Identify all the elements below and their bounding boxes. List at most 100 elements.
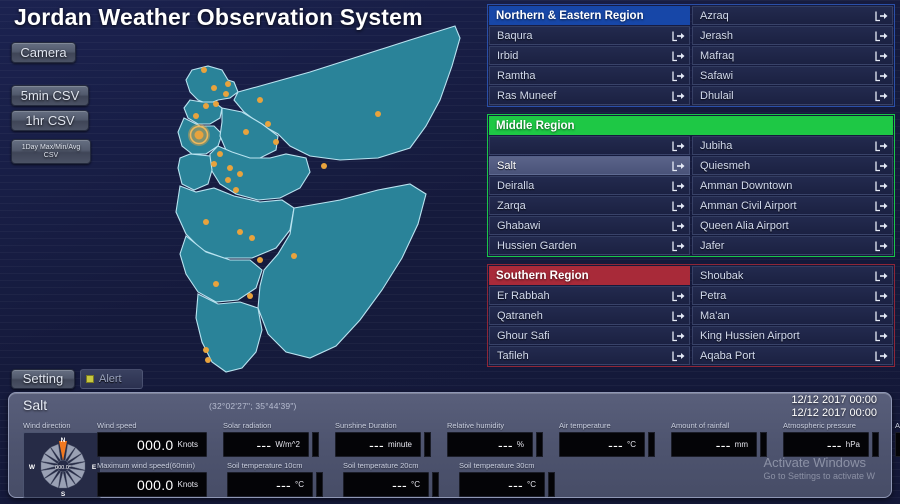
go-arrow-icon[interactable] <box>874 239 889 252</box>
go-arrow-icon[interactable] <box>671 219 686 232</box>
go-arrow-icon[interactable] <box>671 139 686 152</box>
station-item-amman-downtown[interactable]: Amman Downtown <box>692 176 893 195</box>
station-label: Safawi <box>700 70 733 82</box>
go-arrow-icon[interactable] <box>671 329 686 342</box>
station-label: Ghabawi <box>497 220 540 232</box>
region-station-lists: Northern & Eastern Region Azraq Baqura J… <box>487 4 895 374</box>
trend-indicator <box>760 432 767 457</box>
go-arrow-icon[interactable] <box>874 69 889 82</box>
station-item-amman-civil-airport[interactable]: Amman Civil Airport <box>692 196 893 215</box>
station-label: Tafileh <box>497 350 529 362</box>
station-item-azraq[interactable]: Azraq <box>692 6 893 25</box>
station-label: Ghour Safi <box>497 330 550 342</box>
station-item-maan[interactable]: Ma'an <box>692 306 893 325</box>
measurement-row-1: Wind speed 000.0Knots Solar radiation --… <box>97 421 883 457</box>
station-item-jafer[interactable]: Jafer <box>692 236 893 255</box>
station-item-er-rabbah[interactable]: Er Rabbah <box>489 286 690 305</box>
go-arrow-icon[interactable] <box>874 219 889 232</box>
wind-direction-value: 000.0° <box>55 465 71 471</box>
go-arrow-icon[interactable] <box>874 349 889 362</box>
station-item-ghour-safi[interactable]: Ghour Safi <box>489 326 690 345</box>
field-wind-speed: Wind speed 000.0Knots <box>97 421 207 457</box>
csv-1day-button[interactable]: 1Day Max/Min/Avg CSV <box>11 139 91 164</box>
station-item-hussien-garden[interactable]: Hussien Garden <box>489 236 690 255</box>
station-label: Azraq <box>700 10 729 22</box>
go-arrow-icon[interactable] <box>874 29 889 42</box>
station-item-ghabawi[interactable]: Ghabawi <box>489 216 690 235</box>
station-item-mafraq[interactable]: Mafraq <box>692 46 893 65</box>
go-arrow-icon[interactable] <box>671 29 686 42</box>
station-label: Qatraneh <box>497 310 543 322</box>
go-arrow-icon[interactable] <box>671 159 686 172</box>
csv-1hr-button[interactable]: 1hr CSV <box>11 110 89 131</box>
go-arrow-icon[interactable] <box>874 89 889 102</box>
go-arrow-icon[interactable] <box>874 329 889 342</box>
region-north-grid: Northern & Eastern Region Azraq Baqura J… <box>489 6 893 105</box>
go-arrow-icon[interactable] <box>874 199 889 212</box>
go-arrow-icon[interactable] <box>874 179 889 192</box>
station-item-ras-muneef[interactable]: Ras Muneef <box>489 86 690 105</box>
jordan-map[interactable] <box>110 8 475 388</box>
station-item-king-hussien-airport[interactable]: King Hussien Airport <box>692 326 893 345</box>
compass-north-label: N <box>61 437 66 444</box>
go-arrow-icon[interactable] <box>874 159 889 172</box>
wind-direction-label: Wind direction <box>23 421 101 430</box>
go-arrow-icon[interactable] <box>671 239 686 252</box>
go-arrow-icon[interactable] <box>671 49 686 62</box>
station-item-tafileh[interactable]: Tafileh <box>489 346 690 365</box>
station-label: Amman Downtown <box>700 180 792 192</box>
station-label: Zarqa <box>497 200 526 212</box>
region-north-header: Northern & Eastern Region <box>489 6 690 25</box>
go-arrow-icon[interactable] <box>671 89 686 102</box>
alert-led-icon <box>86 375 94 383</box>
station-label: Ras Muneef <box>497 90 556 102</box>
region-south-grid: Southern Region Shoubak Er Rabbah Petra … <box>489 266 893 365</box>
station-item-safawi[interactable]: Safawi <box>692 66 893 85</box>
station-item-jerash[interactable]: Jerash <box>692 26 893 45</box>
go-arrow-icon[interactable] <box>874 49 889 62</box>
station-item-shoubak[interactable]: Shoubak <box>692 266 893 285</box>
station-item-quiesmeh[interactable]: Quiesmeh <box>692 156 893 175</box>
go-arrow-icon[interactable] <box>671 309 686 322</box>
go-arrow-icon[interactable] <box>874 269 889 282</box>
go-arrow-icon[interactable] <box>874 9 889 22</box>
go-arrow-icon[interactable] <box>671 349 686 362</box>
station-item-aqaba-port[interactable]: Aqaba Port <box>692 346 893 365</box>
station-detail-panel: Salt (32°02'27"; 35°44'39") 12/12 2017 0… <box>8 392 892 498</box>
station-item-dhulail[interactable]: Dhulail <box>692 86 893 105</box>
station-item-irbid[interactable]: Irbid <box>489 46 690 65</box>
go-arrow-icon[interactable] <box>671 69 686 82</box>
trend-indicator <box>432 472 439 497</box>
trend-indicator <box>424 432 431 457</box>
trend-indicator <box>872 432 879 457</box>
measurement-readouts: Wind speed 000.0Knots Solar radiation --… <box>97 421 883 497</box>
go-arrow-icon[interactable] <box>671 199 686 212</box>
station-item-zarqa[interactable]: Zarqa <box>489 196 690 215</box>
station-item-jubiha[interactable]: Jubiha <box>692 136 893 155</box>
field-soil-temperature-20cm: Soil temperature 20cm ---°C <box>343 461 443 497</box>
trend-indicator <box>548 472 555 497</box>
station-item-petra[interactable]: Petra <box>692 286 893 305</box>
station-item-qatraneh[interactable]: Qatraneh <box>489 306 690 325</box>
station-item-deiralla[interactable]: Deiralla <box>489 176 690 195</box>
station-item-ramtha[interactable]: Ramtha <box>489 66 690 85</box>
setting-button[interactable]: Setting <box>11 369 75 389</box>
csv-5min-button[interactable]: 5min CSV <box>11 85 89 106</box>
station-label: Quiesmeh <box>700 160 750 172</box>
station-label: Baqura <box>497 30 532 42</box>
go-arrow-icon[interactable] <box>874 309 889 322</box>
station-label: Shoubak <box>700 270 743 282</box>
camera-button[interactable]: Camera <box>11 42 76 63</box>
region-middle-header: Middle Region <box>489 116 893 135</box>
station-item-blank[interactable] <box>489 136 690 155</box>
go-arrow-icon[interactable] <box>671 179 686 192</box>
timestamp-secondary: 12/12 2017 00:00 <box>791 407 877 419</box>
go-arrow-icon[interactable] <box>671 289 686 302</box>
station-item-baqura[interactable]: Baqura <box>489 26 690 45</box>
weather-observation-app: Jordan Weather Observation System Camera… <box>0 0 900 504</box>
go-arrow-icon[interactable] <box>874 289 889 302</box>
station-item-salt[interactable]: Salt <box>489 156 690 175</box>
region-middle-grid: Middle Region Jubiha Salt Quiesmeh <box>489 116 893 255</box>
station-item-queen-alia-airport[interactable]: Queen Alia Airport <box>692 216 893 235</box>
go-arrow-icon[interactable] <box>874 139 889 152</box>
